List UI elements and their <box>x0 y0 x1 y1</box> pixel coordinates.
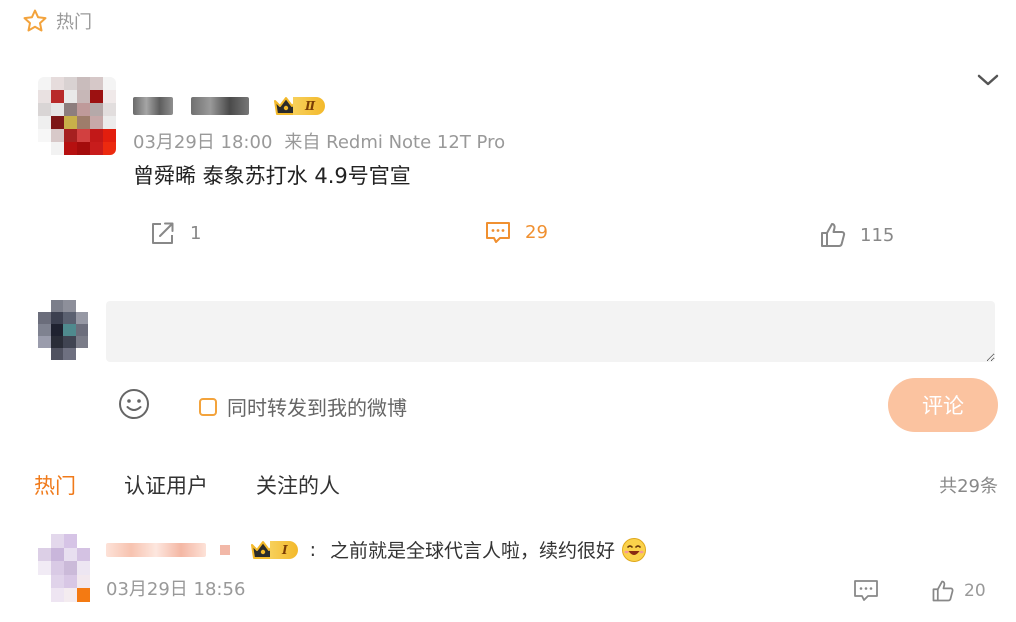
tab-following[interactable]: 关注的人 <box>256 470 340 500</box>
thumbs-up-icon <box>932 580 954 602</box>
thumbs-up-icon <box>821 223 846 247</box>
repost-count: 1 <box>190 222 202 244</box>
comment-icon <box>486 222 510 243</box>
commenter-vip-level: Ⅰ <box>270 540 298 559</box>
comment-button[interactable]: 29 <box>483 217 548 247</box>
section-title: 热门 <box>56 12 92 33</box>
laughing-emoji-icon <box>622 537 647 562</box>
post-author-avatar[interactable] <box>38 77 116 155</box>
commenter-name-redacted[interactable] <box>106 542 206 557</box>
author-name-redacted[interactable] <box>133 97 173 115</box>
author-name-redacted-2[interactable] <box>191 97 249 115</box>
comment-line: Ⅰ : 之前就是全球代言人啦，续约很好 <box>106 536 647 563</box>
tab-verified-users[interactable]: 认证用户 <box>124 470 208 500</box>
star-icon <box>23 9 47 32</box>
current-user-avatar <box>38 300 88 360</box>
repost-option-label[interactable]: 同时转发到我的微博 <box>227 392 407 421</box>
repost-option[interactable]: 同时转发到我的微博 <box>199 392 407 421</box>
post-source: 来自 Redmi Note 12T Pro <box>284 132 506 153</box>
repost-checkbox[interactable] <box>199 397 217 416</box>
comment-filter-tabs: 热门 认证用户 关注的人 <box>34 470 340 500</box>
like-button[interactable]: 115 <box>818 220 894 250</box>
comment-time: 03月29日 18:56 <box>106 579 246 600</box>
chevron-down-icon[interactable] <box>974 70 1002 90</box>
like-count: 115 <box>860 224 895 246</box>
comment-like-count: 20 <box>964 581 986 601</box>
comment-separator: : <box>309 538 317 561</box>
tab-hot[interactable]: 热门 <box>34 470 76 500</box>
vip-level: Ⅱ <box>293 97 326 115</box>
weibo-comment-page: 热门 Ⅱ 03月29日 18:00 来自 Redmi Note 12T Pro 曾… <box>0 0 1016 622</box>
comment-like-button[interactable]: 20 <box>930 578 986 604</box>
total-comment-count: 共29条 <box>939 476 998 497</box>
vip-badge[interactable]: Ⅱ <box>273 95 326 117</box>
post-meta: 03月29日 18:00 来自 Redmi Note 12T Pro <box>133 128 505 154</box>
section-header: 热门 <box>22 6 92 36</box>
comment-count: 29 <box>525 221 548 243</box>
commenter-vip-badge[interactable]: Ⅰ <box>250 539 298 561</box>
submit-comment-button[interactable]: 评论 <box>888 378 998 432</box>
reply-icon[interactable] <box>852 576 880 604</box>
post-time[interactable]: 03月29日 18:00 <box>133 132 272 153</box>
commenter-name-redacted-2[interactable] <box>220 544 230 555</box>
commenter-avatar[interactable] <box>38 534 90 602</box>
comment-input[interactable] <box>106 301 995 362</box>
comment-text: 之前就是全球代言人啦，续约很好 <box>330 540 616 562</box>
repost-icon <box>152 222 174 244</box>
emoji-icon[interactable] <box>117 387 151 421</box>
repost-button[interactable]: 1 <box>148 218 201 248</box>
post-author-line: Ⅱ <box>133 95 326 117</box>
post-content: 曾舜晞 泰象苏打水 4.9号官宣 <box>133 164 411 188</box>
